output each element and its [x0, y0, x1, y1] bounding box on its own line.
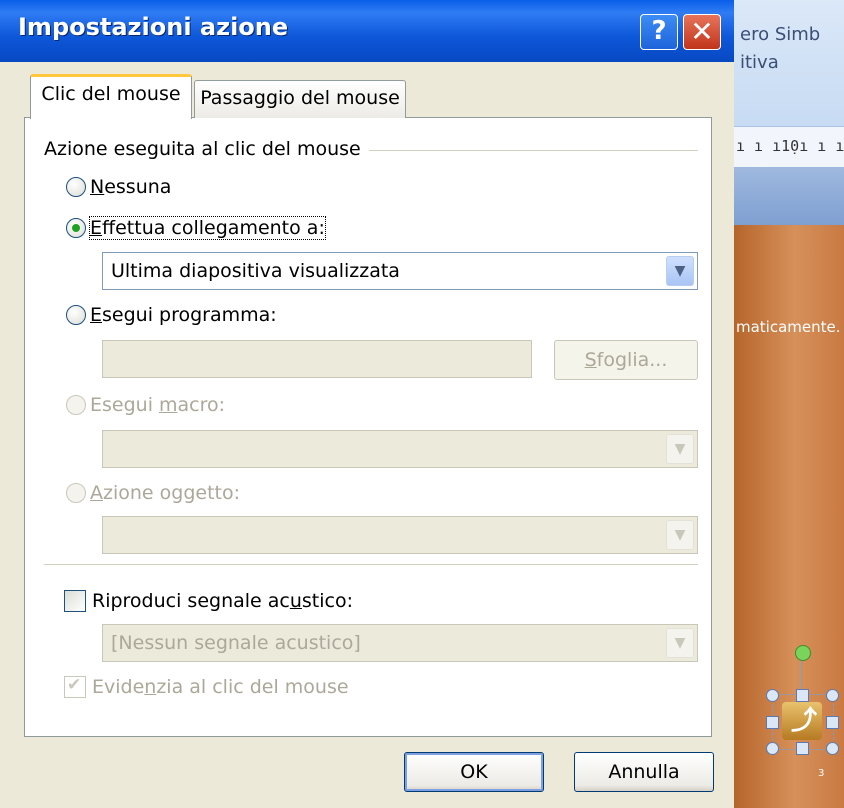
checkbox-label: Evidenzia al clic del mouse: [92, 676, 349, 698]
cancel-button[interactable]: Annulla: [574, 752, 714, 792]
checkmark-icon: ✔: [67, 675, 82, 695]
browse-button[interactable]: Sfoglia...: [554, 340, 698, 380]
group-label: Azione eseguita al clic del mouse: [44, 138, 369, 160]
tab-mouse-click[interactable]: Clic del mouse: [30, 74, 192, 119]
radio-button[interactable]: [66, 483, 86, 503]
radio-label: Esegui macro:: [90, 394, 226, 416]
chevron-down-icon[interactable]: ▼: [666, 628, 694, 658]
ribbon-text: ero Simb: [740, 24, 821, 45]
resize-handle[interactable]: [766, 716, 779, 729]
action-settings-dialog: Impostazioni azione ? ✕ Clic del mouse P…: [0, 0, 734, 808]
radio-label: Esegui programma:: [90, 304, 277, 326]
ribbon-text: itiva: [740, 52, 779, 73]
radio-label: Nessuna: [90, 176, 172, 198]
sound-dropdown[interactable]: [Nessun segnale acustico] ▼: [102, 624, 698, 662]
resize-handle[interactable]: [766, 742, 779, 755]
close-button[interactable]: ✕: [683, 14, 721, 50]
section-divider: [44, 564, 698, 565]
radio-run-macro[interactable]: Esegui macro:: [66, 394, 225, 416]
slide-text: maticamente.: [736, 318, 841, 336]
radio-button[interactable]: [66, 218, 86, 238]
group-divider: [360, 150, 698, 151]
object-action-dropdown[interactable]: ▼: [102, 516, 698, 554]
resize-handle[interactable]: [826, 742, 839, 755]
radio-object-action[interactable]: Azione oggetto:: [66, 482, 240, 504]
radio-label: Effettua collegamento a:: [89, 216, 326, 240]
highlight-checkbox-row[interactable]: ✔ Evidenzia al clic del mouse: [64, 675, 349, 698]
resize-handle[interactable]: [826, 716, 839, 729]
ruler-marks: ı ı ı1̣0ı ı ı: [736, 137, 844, 155]
chevron-down-icon[interactable]: ▼: [666, 256, 694, 286]
radio-none[interactable]: Nessuna: [66, 176, 171, 198]
return-arrow-icon: ⤴: [791, 706, 818, 736]
radio-button[interactable]: [66, 177, 86, 197]
radio-label: Azione oggetto:: [90, 482, 241, 504]
chevron-down-icon[interactable]: ▼: [666, 434, 694, 464]
chevron-down-icon[interactable]: ▼: [666, 520, 694, 550]
play-sound-checkbox[interactable]: [64, 590, 86, 612]
resize-handle[interactable]: [766, 689, 779, 702]
background-app-window: ero Simb itiva ı ı ı1̣0ı ı ı maticamente…: [734, 0, 844, 808]
checkbox-label: Riproduci segnale acustico:: [92, 590, 354, 612]
radio-button[interactable]: [66, 305, 86, 325]
ok-button[interactable]: OK: [404, 752, 544, 792]
highlight-checkbox[interactable]: ✔: [64, 675, 86, 698]
tab-mouse-over[interactable]: Passaggio del mouse: [194, 80, 406, 118]
ruler: ı ı ı1̣0ı ı ı: [734, 126, 844, 168]
resize-handle[interactable]: [796, 742, 809, 755]
macro-dropdown[interactable]: ▼: [102, 430, 698, 468]
resize-handle[interactable]: [826, 689, 839, 702]
link-target-dropdown[interactable]: Ultima diapositiva visualizzata ▼: [102, 252, 698, 290]
radio-link-to[interactable]: Effettua collegamento a:: [66, 216, 326, 240]
ribbon: ero Simb itiva: [734, 0, 844, 126]
resize-handle[interactable]: [796, 689, 809, 702]
slide-pane-border: [734, 167, 844, 225]
sound-value: [Nessun segnale acustico]: [111, 632, 361, 654]
dialog-title: Impostazioni azione: [18, 13, 289, 41]
link-target-value: Ultima diapositiva visualizzata: [111, 260, 400, 282]
program-path-input[interactable]: [102, 340, 532, 378]
help-button[interactable]: ?: [640, 14, 678, 50]
slide-number: 3: [818, 768, 825, 779]
title-bar[interactable]: Impostazioni azione ? ✕: [0, 0, 734, 62]
radio-run-program[interactable]: Esegui programma:: [66, 304, 277, 326]
radio-button[interactable]: [66, 395, 86, 415]
rotation-handle[interactable]: [795, 645, 811, 661]
play-sound-checkbox-row[interactable]: Riproduci segnale acustico:: [64, 590, 353, 612]
